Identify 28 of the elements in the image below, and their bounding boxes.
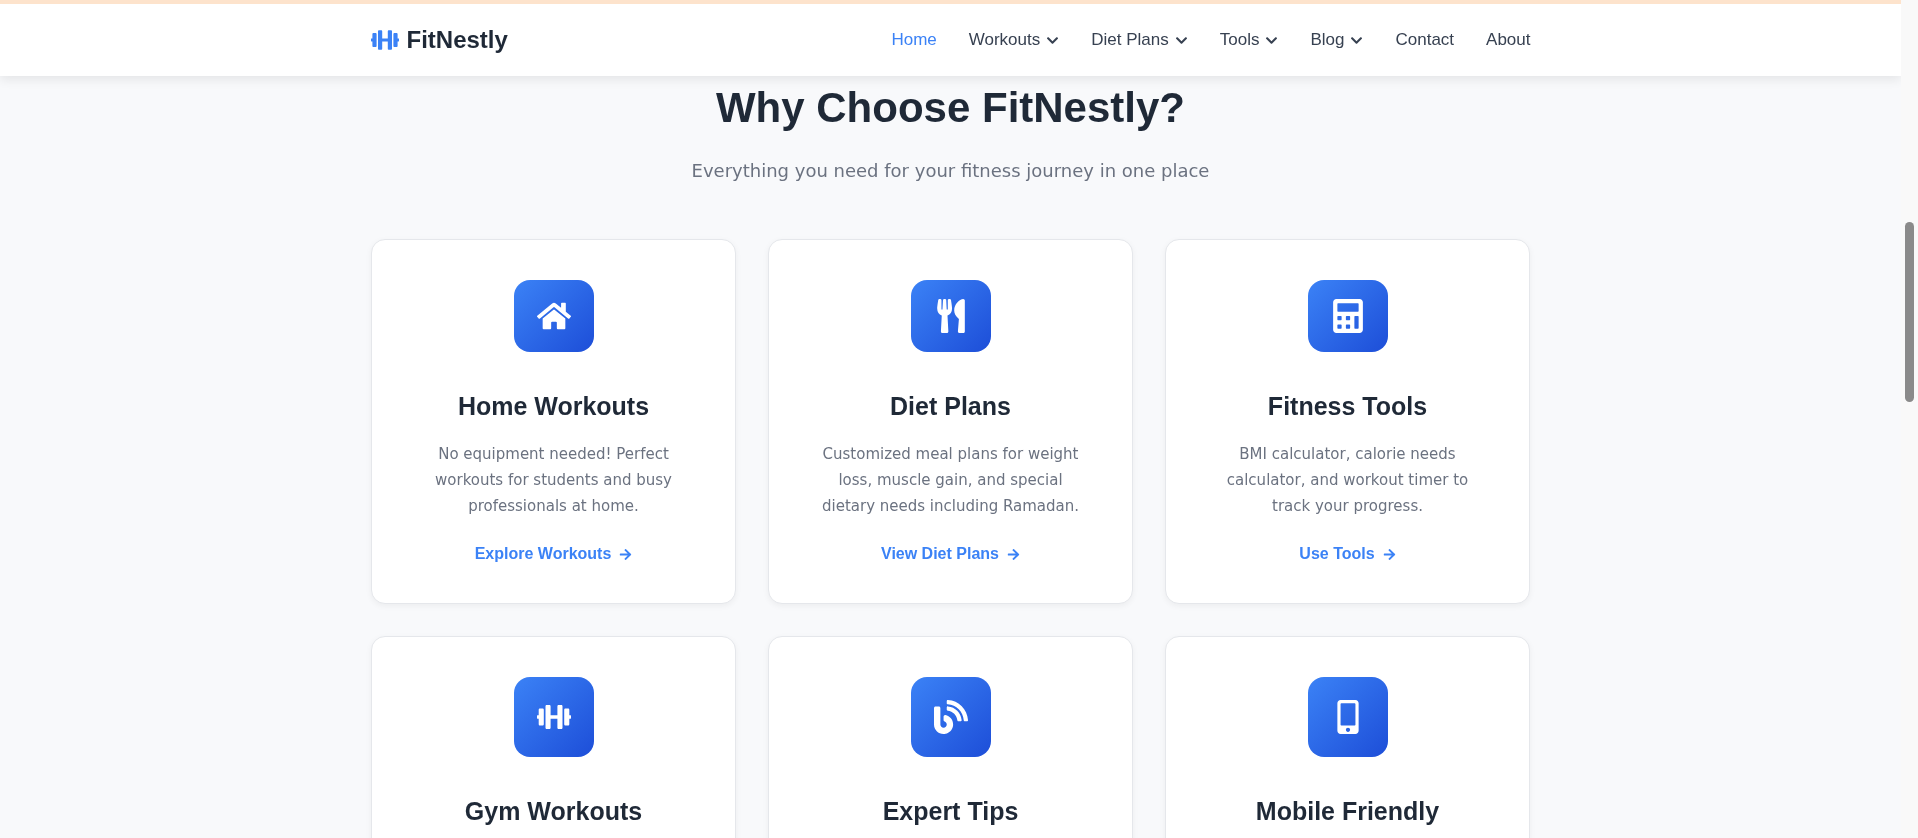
- card-title: Fitness Tools: [1267, 392, 1428, 421]
- calculator-icon: [1330, 299, 1365, 333]
- section-title: Why Choose FitNestly?: [715, 84, 1185, 132]
- card-title: Diet Plans: [890, 392, 1011, 421]
- card-title: Gym Workouts: [464, 797, 643, 826]
- arrow-right-icon: [619, 547, 633, 561]
- scrollbar-thumb[interactable]: [1905, 222, 1914, 402]
- section-subtitle: Everything you need for your fitness journey in one place: [691, 160, 1210, 181]
- logo-text[interactable]: FitNestly: [406, 26, 508, 54]
- card-title: Mobile Friendly: [1255, 797, 1440, 826]
- blog-icon: [933, 700, 968, 734]
- nav-link[interactable]: Blog: [1310, 30, 1364, 50]
- card-title: Expert Tips: [882, 797, 1019, 826]
- nav-link[interactable]: Tools: [1219, 30, 1279, 50]
- nav-link[interactable]: Home: [891, 30, 937, 50]
- nav-link[interactable]: About: [1486, 30, 1531, 50]
- card-link[interactable]: Explore Workouts: [474, 545, 633, 563]
- arrow-right-icon: [1007, 547, 1020, 561]
- card-description: No equipment needed! Perfect workouts for students and busy professionals at home.: [434, 444, 673, 517]
- arrow-right-icon: [1382, 547, 1396, 561]
- nav-link[interactable]: Contact: [1395, 30, 1455, 50]
- card-description: Customized meal plans for weight loss, muscle gain, and special dietary needs including Ramadan.: [821, 444, 1080, 517]
- nav-link[interactable]: Workouts: [968, 30, 1060, 50]
- card-link[interactable]: Use Tools: [1299, 545, 1396, 563]
- card-title: Home Workouts: [457, 392, 650, 421]
- nav-link[interactable]: Diet Plans: [1091, 30, 1188, 50]
- card-description: BMI calculator, calorie needs calculator, and workout timer to track your progress.: [1225, 444, 1470, 517]
- card-link[interactable]: View Diet Plans: [881, 545, 1020, 563]
